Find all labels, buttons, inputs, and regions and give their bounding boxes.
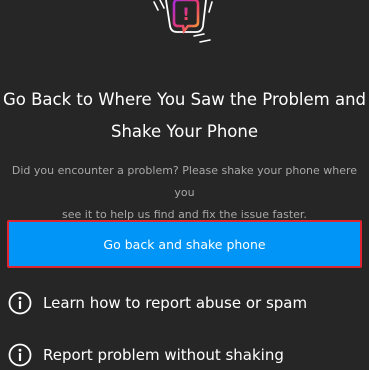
learn-report-abuse-option[interactable]: Learn how to report abuse or spam <box>8 288 363 318</box>
title-line-2: Shake Your Phone <box>111 122 258 141</box>
report-problem-screen: ! Go Back to Where You Saw the Problem a… <box>0 0 369 370</box>
title-line-1: Go Back to Where You Saw the Problem and <box>2 90 367 109</box>
learn-report-abuse-label: Learn how to report abuse or spam <box>43 294 308 312</box>
page-title: Go Back to Where You Saw the Problem and… <box>0 84 369 148</box>
report-without-shaking-option[interactable]: Report problem without shaking <box>8 340 363 370</box>
shaking-phone-alert-icon: ! <box>153 0 213 43</box>
info-icon <box>8 291 32 315</box>
exclamation-mark: ! <box>182 5 190 25</box>
info-icon <box>8 343 32 367</box>
description-text: Did you encounter a problem? Please shak… <box>10 160 359 226</box>
report-without-shaking-label: Report problem without shaking <box>43 346 284 364</box>
go-back-and-shake-button[interactable]: Go back and shake phone <box>7 220 362 268</box>
description-line-1: Did you encounter a problem? Please shak… <box>11 164 358 199</box>
go-back-and-shake-label: Go back and shake phone <box>103 236 266 252</box>
